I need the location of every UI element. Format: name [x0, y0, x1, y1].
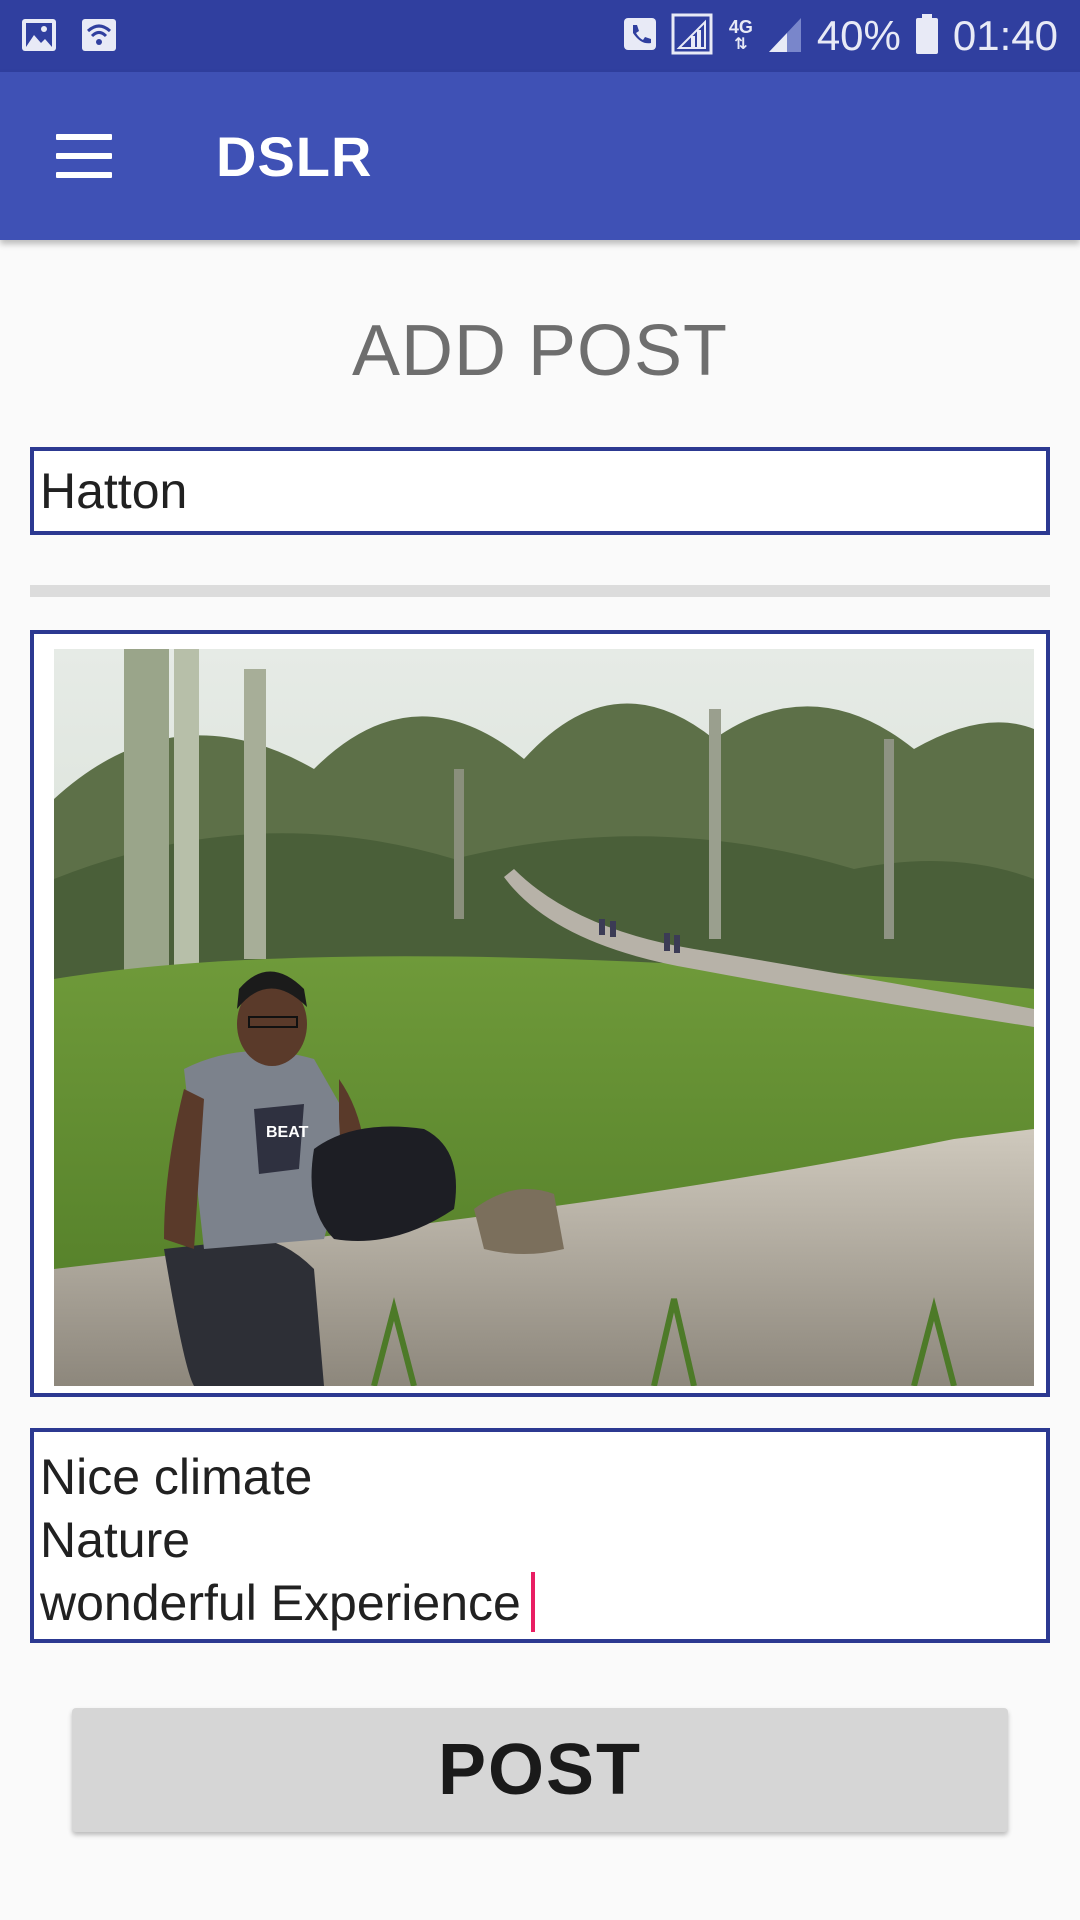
- battery-percent: 40%: [816, 12, 901, 59]
- page-title: ADD POST: [351, 311, 729, 391]
- cellular-signal-icon: [767, 14, 803, 59]
- app-title: DSLR: [216, 125, 373, 188]
- text-cursor: [530, 1572, 535, 1632]
- signal-box-icon: [671, 12, 715, 61]
- post-description-input[interactable]: Nice climate Nature wonderful Experience: [30, 1428, 1050, 1643]
- description-line: wonderful Experience: [40, 1575, 521, 1631]
- gallery-notification-icon: [20, 16, 58, 59]
- divider: [30, 585, 1050, 597]
- selected-photo: BEAT: [54, 649, 1034, 1386]
- post-button[interactable]: POST: [72, 1708, 1008, 1832]
- wifi-notification-icon: [80, 16, 118, 59]
- network-type-indicator: 4G ⇅: [728, 17, 753, 53]
- app-bar: DSLR: [0, 72, 1080, 240]
- status-bar: 4G ⇅ 40% 01:40: [0, 0, 1080, 72]
- call-icon: [623, 15, 657, 58]
- image-picker-frame[interactable]: BEAT: [30, 630, 1050, 1397]
- description-last-line-row: wonderful Experience: [40, 1572, 1040, 1635]
- clock: 01:40: [952, 12, 1058, 59]
- svg-text:BEAT: BEAT: [266, 1124, 309, 1141]
- post-title-input[interactable]: [30, 447, 1050, 535]
- battery-icon: [915, 13, 939, 60]
- description-line: Nice climate: [40, 1449, 313, 1505]
- description-line: Nature: [40, 1512, 191, 1568]
- hamburger-menu-icon[interactable]: [40, 116, 130, 196]
